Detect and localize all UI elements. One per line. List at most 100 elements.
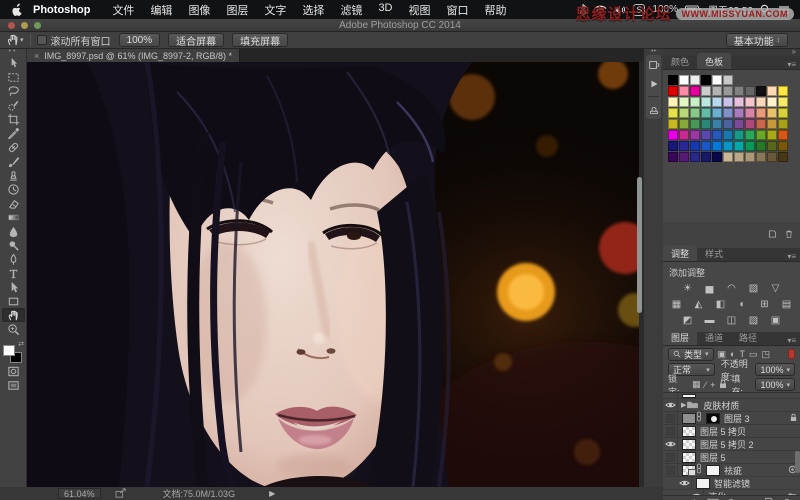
- swatch[interactable]: [767, 97, 777, 107]
- swatch[interactable]: [723, 152, 733, 162]
- layer-row-液化[interactable]: 液化: [663, 490, 800, 495]
- layer-visibility-cell[interactable]: [663, 393, 678, 398]
- color-balance-adjustment-icon[interactable]: ◭: [691, 299, 706, 311]
- shape-tool[interactable]: [2, 294, 25, 308]
- threshold-adjustment-icon[interactable]: ◫: [724, 315, 739, 327]
- swatch[interactable]: [756, 108, 766, 118]
- layer-filter-toggle[interactable]: [788, 349, 795, 359]
- fill-dropdown[interactable]: 100% ▾: [755, 378, 795, 391]
- swatch[interactable]: [723, 86, 733, 96]
- layers-tab-通道[interactable]: 通道: [697, 329, 731, 345]
- swatch[interactable]: [723, 75, 733, 85]
- filter-smart-objects-icon[interactable]: ◳: [762, 349, 771, 360]
- channel-mixer-adjustment-icon[interactable]: ⊞: [757, 299, 772, 311]
- curves-adjustment-icon[interactable]: ◠: [724, 283, 739, 295]
- swatch[interactable]: [701, 130, 711, 140]
- lasso-tool[interactable]: [2, 84, 25, 98]
- brightness-contrast-adjustment-icon[interactable]: ☀: [680, 283, 695, 295]
- smart-filter-mask-thumbnail[interactable]: [696, 477, 710, 489]
- marquee-tool[interactable]: [2, 70, 25, 84]
- swatch[interactable]: [778, 97, 788, 107]
- swatch[interactable]: [679, 108, 689, 118]
- hand-tool-preset-icon[interactable]: ▾: [6, 33, 24, 47]
- apple-menu-icon[interactable]: [12, 3, 23, 16]
- swatch[interactable]: [767, 119, 777, 129]
- layer-row-图层 3[interactable]: 图层 3: [663, 411, 800, 425]
- swatch[interactable]: [734, 108, 744, 118]
- swatch[interactable]: [701, 97, 711, 107]
- eyedropper-tool[interactable]: [2, 126, 25, 140]
- swatch[interactable]: [745, 97, 755, 107]
- swatch[interactable]: [734, 86, 744, 96]
- menu-item-5[interactable]: 文字: [256, 2, 294, 18]
- lock-position-icon[interactable]: +: [710, 380, 715, 390]
- active-app-name[interactable]: Photoshop: [33, 4, 90, 16]
- swatch[interactable]: [712, 97, 722, 107]
- swatch[interactable]: [767, 152, 777, 162]
- lock-transparency-icon[interactable]: ▦: [692, 379, 701, 390]
- notification-center-icon[interactable]: [778, 5, 790, 15]
- filter-blend-options-icon[interactable]: [787, 487, 797, 495]
- swatch[interactable]: [701, 141, 711, 151]
- layer-visibility-toggle[interactable]: [663, 464, 678, 476]
- scroll-all-windows-checkbox[interactable]: [36, 35, 47, 45]
- swatch[interactable]: [690, 75, 700, 85]
- swatches-panel-menu-icon[interactable]: ▾≡: [787, 60, 800, 69]
- crop-tool[interactable]: [2, 112, 25, 126]
- document-tab[interactable]: × IMG_8997.psd @ 61% (IMG_8997-2, RGB/8)…: [27, 49, 240, 62]
- layer-row-智能滤镜[interactable]: 智能滤镜: [663, 477, 800, 490]
- swatch[interactable]: [679, 130, 689, 140]
- adjustments-panel-menu-icon[interactable]: ▾≡: [787, 252, 800, 261]
- layer-visibility-toggle[interactable]: [677, 477, 692, 489]
- swatch[interactable]: [734, 141, 744, 151]
- swatch[interactable]: [756, 130, 766, 140]
- invert-adjustment-icon[interactable]: ◩: [680, 315, 695, 327]
- swatch[interactable]: [756, 86, 766, 96]
- swatch[interactable]: [745, 141, 755, 151]
- swatch[interactable]: [767, 130, 777, 140]
- menu-item-11[interactable]: 帮助: [477, 2, 515, 18]
- swatch[interactable]: [690, 97, 700, 107]
- blur-tool[interactable]: [2, 224, 25, 238]
- swatch[interactable]: [690, 141, 700, 151]
- link-layers-icon[interactable]: [671, 495, 684, 500]
- swatches-tab-色板[interactable]: 色板: [697, 53, 732, 69]
- bluetooth-icon[interactable]: [579, 3, 588, 16]
- move-tool[interactable]: [2, 56, 25, 70]
- history-panel-icon[interactable]: [647, 58, 660, 71]
- swatch[interactable]: [756, 152, 766, 162]
- toolbar-grip[interactable]: ••: [9, 48, 18, 56]
- clone-source-panel-icon[interactable]: [647, 103, 660, 116]
- layer-list-scrollbar[interactable]: [795, 451, 800, 473]
- foreground-color-swatch[interactable]: [3, 345, 15, 356]
- vibrance-adjustment-icon[interactable]: ▽: [768, 283, 783, 295]
- menu-item-6[interactable]: 选择: [294, 2, 332, 18]
- layer-row-皮肤材质[interactable]: ▶ 皮肤材质: [663, 399, 800, 412]
- menu-item-4[interactable]: 图层: [218, 2, 256, 18]
- zoom-level-field[interactable]: 61.04%: [58, 488, 101, 499]
- menu-item-2[interactable]: 编辑: [142, 2, 180, 18]
- layer-visibility-toggle[interactable]: [663, 425, 678, 437]
- swatch[interactable]: [668, 97, 678, 107]
- posterize-adjustment-icon[interactable]: ▬: [702, 315, 717, 327]
- swatch[interactable]: [767, 141, 777, 151]
- layers-tab-图层[interactable]: 图层: [663, 329, 698, 345]
- layer-mask-thumbnail[interactable]: [706, 412, 720, 424]
- clone-stamp-tool[interactable]: [2, 168, 25, 182]
- canvas-vertical-scrollbar[interactable]: [637, 177, 642, 313]
- input-method-badge[interactable]: S: [633, 3, 646, 16]
- layer-visibility-toggle[interactable]: [663, 399, 678, 411]
- eraser-tool[interactable]: [2, 196, 25, 210]
- swatch[interactable]: [690, 152, 700, 162]
- swatch[interactable]: [701, 86, 711, 96]
- layers-panel-menu-icon[interactable]: ▾≡: [787, 336, 800, 345]
- swatch[interactable]: [712, 86, 722, 96]
- selective-color-adjustment-icon[interactable]: ▣: [768, 315, 783, 327]
- swatch[interactable]: [701, 75, 711, 85]
- swatch[interactable]: [679, 75, 689, 85]
- layer-mask-thumbnail[interactable]: [706, 464, 720, 476]
- layer-visibility-toggle[interactable]: [663, 451, 678, 463]
- swatch[interactable]: [734, 130, 744, 140]
- gradient-tool[interactable]: [2, 210, 25, 224]
- layer-thumbnail[interactable]: [682, 425, 696, 437]
